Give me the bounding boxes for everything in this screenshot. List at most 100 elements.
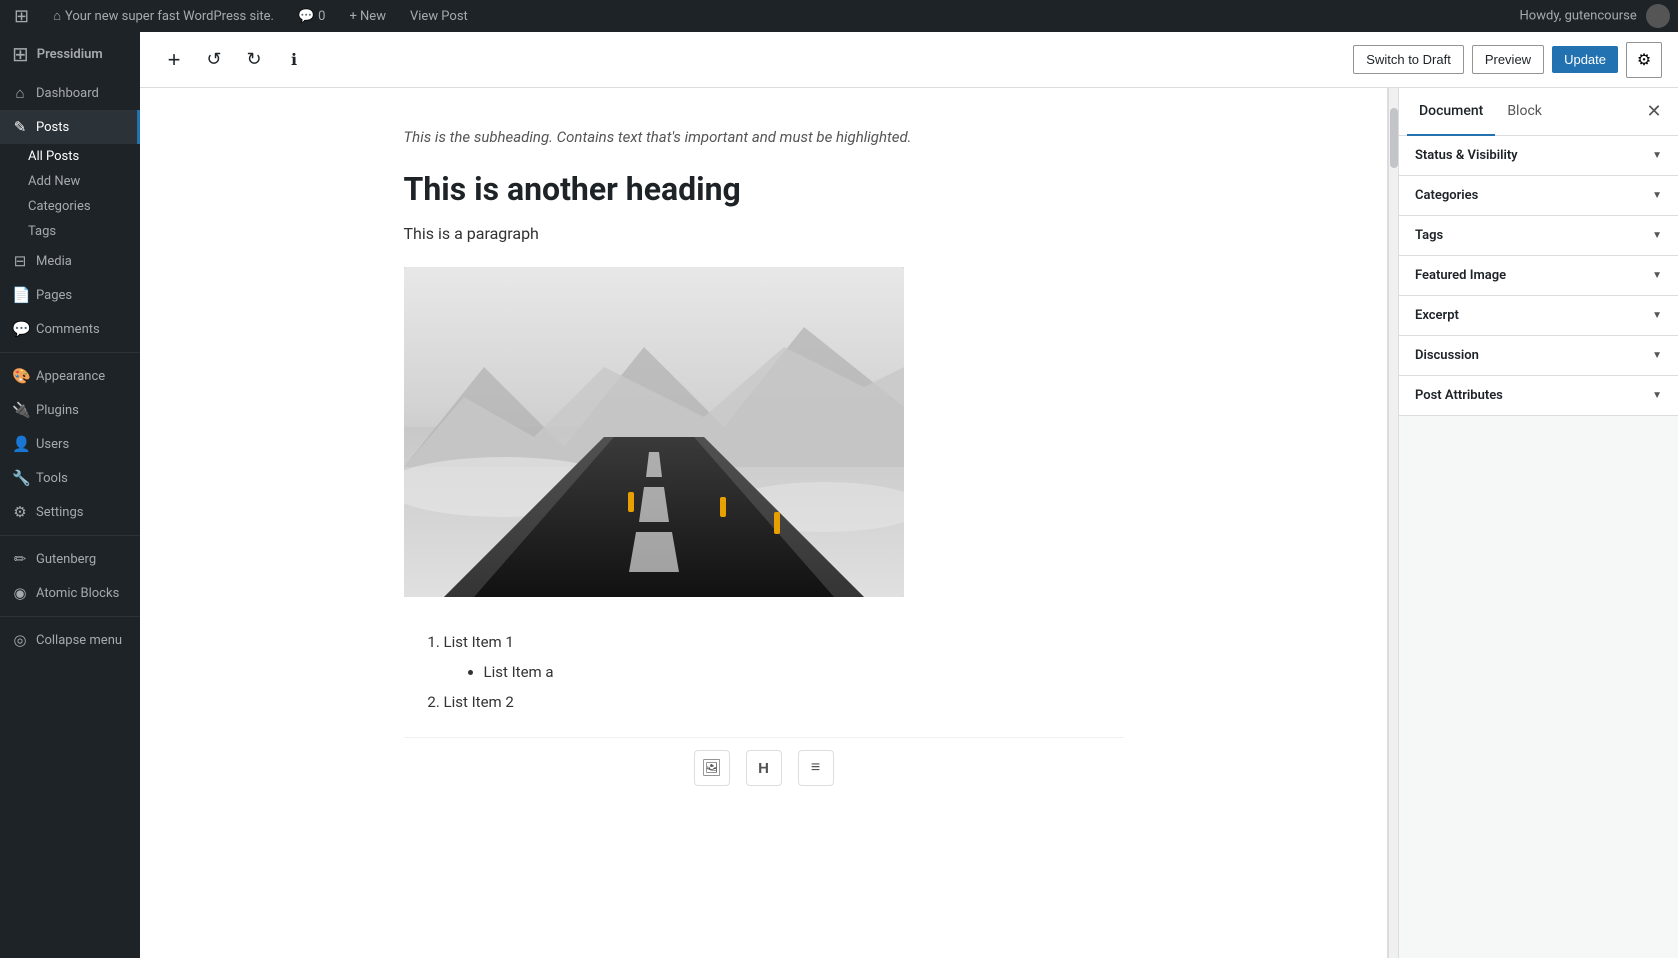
sidebar-sub-item-all-posts[interactable]: All Posts	[0, 144, 140, 169]
list-item-2[interactable]: List Item 2	[444, 687, 1124, 717]
sidebar-item-posts[interactable]: ✎ Posts	[0, 110, 140, 144]
sidebar-item-plugins[interactable]: 🔌 Plugins	[0, 393, 140, 427]
post-heading[interactable]: This is another heading	[404, 170, 1124, 208]
sidebar-item-label: Dashboard	[36, 86, 99, 101]
section-categories-header[interactable]: Categories ▼	[1399, 176, 1678, 215]
redo-button[interactable]: ↻	[236, 42, 272, 78]
site-name-btn[interactable]: ⌂ Your new super fast WordPress site.	[47, 0, 280, 32]
greeting-label: Howdy, gutencourse	[1520, 8, 1637, 23]
add-block-icon: +	[168, 47, 181, 73]
collapse-label: Collapse menu	[36, 633, 122, 648]
sidebar-item-users[interactable]: 👤 Users	[0, 427, 140, 461]
new-btn[interactable]: + New	[343, 0, 392, 32]
posts-icon: ✎	[12, 118, 28, 136]
post-image[interactable]	[404, 267, 904, 597]
block-list-button[interactable]: ≡	[798, 750, 834, 786]
panel-section-discussion: Discussion ▼	[1399, 336, 1678, 376]
chevron-down-icon: ▼	[1652, 270, 1662, 281]
scroll-thumb	[1390, 108, 1398, 168]
sidebar-item-gutenberg[interactable]: ✏ Gutenberg	[0, 542, 140, 576]
wp-logo-btn[interactable]: ⊞	[8, 0, 35, 32]
comments-btn[interactable]: 💬 0	[292, 0, 332, 32]
switch-to-draft-button[interactable]: Switch to Draft	[1353, 45, 1464, 74]
sidebar-sub-item-add-new[interactable]: Add New	[0, 169, 140, 194]
sidebar-item-label: Pages	[36, 288, 72, 303]
sidebar-menu: ⌂ Dashboard ✎ Posts All Posts Add New Ca…	[0, 76, 140, 958]
sidebar-item-appearance[interactable]: 🎨 Appearance	[0, 359, 140, 393]
tab-document[interactable]: Document	[1407, 88, 1495, 136]
tab-document-label: Document	[1419, 103, 1483, 119]
block-heading-icon: H	[758, 760, 769, 777]
settings-gear-icon: ⚙	[1637, 50, 1651, 70]
panel-section-categories: Categories ▼	[1399, 176, 1678, 216]
post-paragraph[interactable]: This is a paragraph	[404, 224, 1124, 243]
preview-button[interactable]: Preview	[1472, 45, 1544, 74]
sidebar-item-dashboard[interactable]: ⌂ Dashboard	[0, 76, 140, 110]
block-heading-button[interactable]: H	[746, 750, 782, 786]
list-item-1-text[interactable]: List Item 1	[444, 633, 514, 651]
sidebar-item-label: Posts	[36, 120, 69, 135]
sidebar-collapse-btn[interactable]: ◎ Collapse menu	[0, 623, 140, 657]
sidebar-item-label: Tools	[36, 471, 68, 486]
info-button[interactable]: ℹ	[276, 42, 312, 78]
undo-icon: ↺	[206, 49, 221, 70]
chevron-down-icon: ▼	[1652, 310, 1662, 321]
section-excerpt-header[interactable]: Excerpt ▼	[1399, 296, 1678, 335]
sidebar-item-media[interactable]: ⊟ Media	[0, 244, 140, 278]
section-tags-header[interactable]: Tags ▼	[1399, 216, 1678, 255]
sidebar-item-settings[interactable]: ⚙ Settings	[0, 495, 140, 529]
appearance-icon: 🎨	[12, 367, 28, 385]
chevron-down-icon: ▼	[1652, 190, 1662, 201]
sidebar-item-label: Plugins	[36, 403, 79, 418]
view-post-btn[interactable]: View Post	[404, 0, 474, 32]
close-icon: ✕	[1646, 101, 1661, 122]
panel-section-post-attributes: Post Attributes ▼	[1399, 376, 1678, 416]
brand-icon: ⊞	[12, 42, 29, 66]
redo-icon: ↻	[246, 49, 261, 70]
editor-scrollbar[interactable]	[1388, 88, 1398, 958]
block-list-icon: ≡	[811, 759, 820, 777]
settings-button[interactable]: ⚙	[1626, 42, 1662, 78]
settings-icon: ⚙	[12, 503, 28, 521]
avatar	[1646, 4, 1670, 28]
sidebar-item-tools[interactable]: 🔧 Tools	[0, 461, 140, 495]
info-icon: ℹ	[291, 50, 297, 70]
undo-button[interactable]: ↺	[196, 42, 232, 78]
media-icon: ⊟	[12, 252, 28, 270]
section-status-visibility-header[interactable]: Status & Visibility ▼	[1399, 136, 1678, 175]
users-icon: 👤	[12, 435, 28, 453]
pages-icon: 📄	[12, 286, 28, 304]
panel-tabs: Document Block ✕	[1399, 88, 1678, 136]
sidebar-brand[interactable]: ⊞ Pressidium	[0, 32, 140, 76]
section-status-visibility-label: Status & Visibility	[1415, 148, 1518, 163]
section-discussion-header[interactable]: Discussion ▼	[1399, 336, 1678, 375]
sidebar-sub-item-tags[interactable]: Tags	[0, 219, 140, 244]
editor-content: This is the subheading. Contains text th…	[140, 88, 1388, 958]
gutenberg-icon: ✏	[12, 550, 28, 568]
block-image-button[interactable]: 🖼	[694, 750, 730, 786]
sidebar-item-label: Appearance	[36, 369, 105, 384]
section-tags-label: Tags	[1415, 228, 1443, 243]
sidebar-item-comments[interactable]: 💬 Comments	[0, 312, 140, 346]
road-image-svg	[404, 267, 904, 597]
view-post-label: View Post	[410, 9, 468, 24]
tab-block[interactable]: Block	[1495, 88, 1554, 136]
admin-bar: ⊞ ⌂ Your new super fast WordPress site. …	[0, 0, 1678, 32]
new-label: + New	[349, 9, 386, 24]
panel-body	[1399, 416, 1678, 958]
update-button[interactable]: Update	[1552, 46, 1618, 73]
list-sub-item-a[interactable]: List Item a	[484, 657, 1124, 687]
chevron-down-icon: ▼	[1652, 150, 1662, 161]
atomic-blocks-icon: ◉	[12, 584, 28, 602]
panel-close-button[interactable]: ✕	[1638, 96, 1670, 128]
sidebar-sub-item-categories[interactable]: Categories	[0, 194, 140, 219]
section-post-attributes-header[interactable]: Post Attributes ▼	[1399, 376, 1678, 415]
section-featured-image-label: Featured Image	[1415, 268, 1506, 283]
add-block-button[interactable]: +	[156, 42, 192, 78]
sidebar-item-pages[interactable]: 📄 Pages	[0, 278, 140, 312]
sidebar-item-label: Settings	[36, 505, 83, 520]
section-categories-label: Categories	[1415, 188, 1478, 203]
post-subheading[interactable]: This is the subheading. Contains text th…	[404, 128, 1124, 146]
section-featured-image-header[interactable]: Featured Image ▼	[1399, 256, 1678, 295]
sidebar-item-atomic-blocks[interactable]: ◉ Atomic Blocks	[0, 576, 140, 610]
